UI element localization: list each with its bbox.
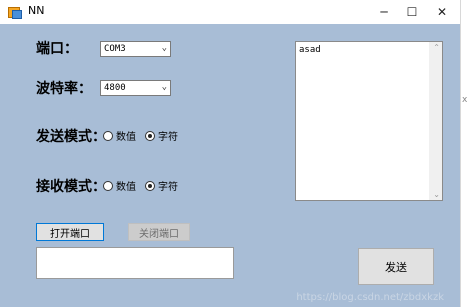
window-title: NN: [28, 4, 45, 17]
send-mode-char-radio[interactable]: 字符: [145, 128, 178, 143]
send-button[interactable]: 发送: [358, 248, 434, 285]
scroll-down-icon[interactable]: ⌄: [433, 190, 440, 199]
radio-icon: [103, 180, 113, 191]
radio-selected-icon: [145, 180, 155, 191]
edge-glyph: x: [462, 95, 468, 105]
recv-mode-label: 接收模式：: [36, 179, 106, 195]
send-mode-char-label: 字符: [158, 132, 178, 143]
baud-value: 4800: [104, 83, 126, 93]
open-port-label: 打开端口: [50, 228, 90, 240]
maximize-icon: ☐: [406, 5, 418, 19]
close-port-label: 关闭端口: [139, 228, 179, 240]
receive-text: asad: [299, 45, 321, 55]
recv-mode-numeric-radio[interactable]: 数值: [103, 178, 136, 193]
minimize-icon: ─: [380, 5, 388, 19]
port-value: COM3: [104, 44, 126, 54]
recv-mode-char-label: 字符: [158, 182, 178, 193]
receive-textarea[interactable]: asad ⌃ ⌄: [295, 41, 443, 201]
recv-mode-char-radio[interactable]: 字符: [145, 178, 178, 193]
app-icon: [8, 5, 22, 19]
form-client-area: 端口： COM3 ⌄ 波特率： 4800 ⌄ 发送模式： 数值 字符 接收模式：…: [0, 24, 460, 307]
send-button-label: 发送: [385, 260, 407, 274]
port-combobox[interactable]: COM3 ⌄: [100, 41, 171, 57]
title-bar: NN ─ ☐ ✕: [0, 0, 460, 24]
close-port-button[interactable]: 关闭端口: [128, 223, 190, 241]
baud-combobox[interactable]: 4800 ⌄: [100, 80, 171, 96]
send-mode-numeric-radio[interactable]: 数值: [103, 128, 136, 143]
vertical-scrollbar[interactable]: ⌃ ⌄: [429, 42, 442, 200]
watermark: https://blog.csdn.net/zbdxkzk: [296, 292, 444, 303]
close-button[interactable]: ✕: [424, 0, 460, 24]
scroll-up-icon[interactable]: ⌃: [433, 43, 440, 52]
open-port-button[interactable]: 打开端口: [36, 223, 104, 241]
chevron-down-icon: ⌄: [161, 82, 167, 92]
send-mode-numeric-label: 数值: [116, 132, 136, 143]
radio-icon: [103, 130, 113, 141]
send-input[interactable]: [36, 247, 234, 279]
radio-selected-icon: [145, 130, 155, 141]
send-mode-label: 发送模式：: [36, 129, 106, 145]
recv-mode-numeric-label: 数值: [116, 182, 136, 193]
main-window: NN ─ ☐ ✕ 端口： COM3 ⌄ 波特率： 4800 ⌄ 发送模式： 数值…: [0, 0, 461, 307]
port-label: 端口：: [36, 41, 78, 57]
close-icon: ✕: [436, 5, 448, 19]
baud-label: 波特率：: [36, 81, 92, 97]
chevron-down-icon: ⌄: [161, 43, 167, 53]
